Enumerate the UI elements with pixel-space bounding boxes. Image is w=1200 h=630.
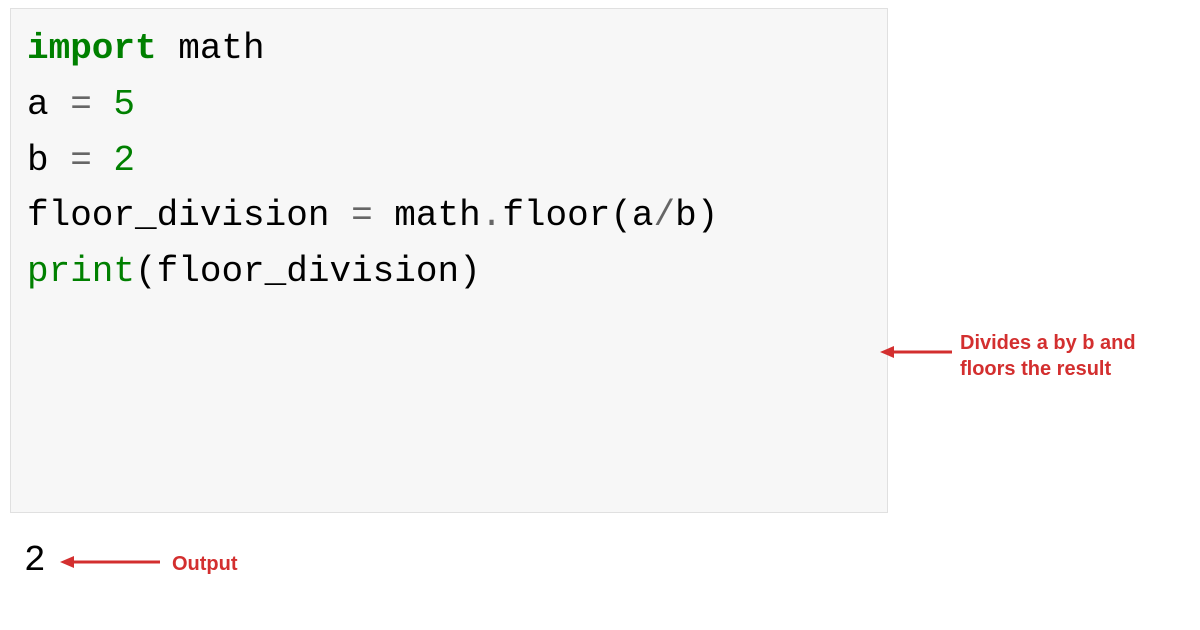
arrow-icon-2 xyxy=(60,555,160,569)
op-equals-1: = xyxy=(70,84,92,125)
keyword-import: import xyxy=(27,28,157,69)
builtin-print: print xyxy=(27,251,135,292)
annotation-divides: Divides a by b and floors the result xyxy=(960,330,1180,382)
var-a: a xyxy=(27,84,70,125)
arrow-icon-1 xyxy=(880,345,952,359)
code-line-3: a = 5 xyxy=(27,77,871,133)
op-equals-2: = xyxy=(70,140,92,181)
op-equals-3: = xyxy=(351,195,373,236)
var-floor-division: floor_division xyxy=(27,195,351,236)
tok-b-close: b) xyxy=(675,195,718,236)
op-dot: . xyxy=(481,195,503,236)
code-line-8: print(floor_division) xyxy=(27,244,871,300)
tok-floor-call: floor(a xyxy=(502,195,653,236)
var-b: b xyxy=(27,140,70,181)
print-args: (floor_division) xyxy=(135,251,481,292)
num-2: 2 xyxy=(92,140,135,181)
annotation-output: Output xyxy=(172,551,238,577)
num-5: 5 xyxy=(92,84,135,125)
code-line-6: floor_division = math.floor(a/b) xyxy=(27,188,871,244)
code-block: import math a = 5 b = 2 floor_division =… xyxy=(10,8,888,513)
module-math: math xyxy=(157,28,265,69)
code-line-1: import math xyxy=(27,21,871,77)
output-value: 2 xyxy=(24,540,46,581)
op-slash: / xyxy=(654,195,676,236)
code-line-4: b = 2 xyxy=(27,133,871,189)
tok-math: math xyxy=(373,195,481,236)
